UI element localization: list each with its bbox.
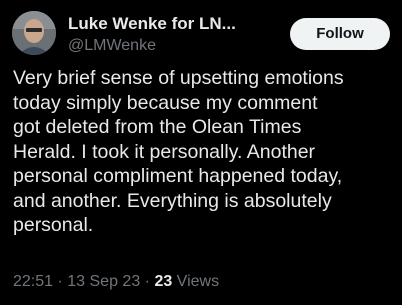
avatar-image [12, 11, 56, 55]
tweet-meta: 22:51 · 13 Sep 23 · 23 Views [13, 272, 219, 292]
tweet-date[interactable]: 13 Sep 23 [67, 273, 140, 290]
follow-button[interactable]: Follow [290, 18, 390, 50]
meta-separator: · [140, 273, 155, 290]
tweet-time[interactable]: 22:51 [13, 273, 53, 290]
avatar[interactable] [12, 11, 56, 55]
views-count: 23 [154, 273, 173, 290]
tweet-header: Luke Wenke for LN... @LMWenke Follow [12, 11, 390, 57]
views-label: Views [172, 273, 220, 290]
author-handle[interactable]: @LMWenke [68, 36, 236, 56]
author-names: Luke Wenke for LN... @LMWenke [68, 14, 236, 56]
meta-separator: · [53, 273, 68, 290]
tweet-text: Very brief sense of upsetting emotions t… [13, 67, 344, 236]
author-display-name[interactable]: Luke Wenke for LN... [68, 14, 236, 34]
tweet-card: Luke Wenke for LN... @LMWenke Follow Ver… [0, 0, 402, 305]
